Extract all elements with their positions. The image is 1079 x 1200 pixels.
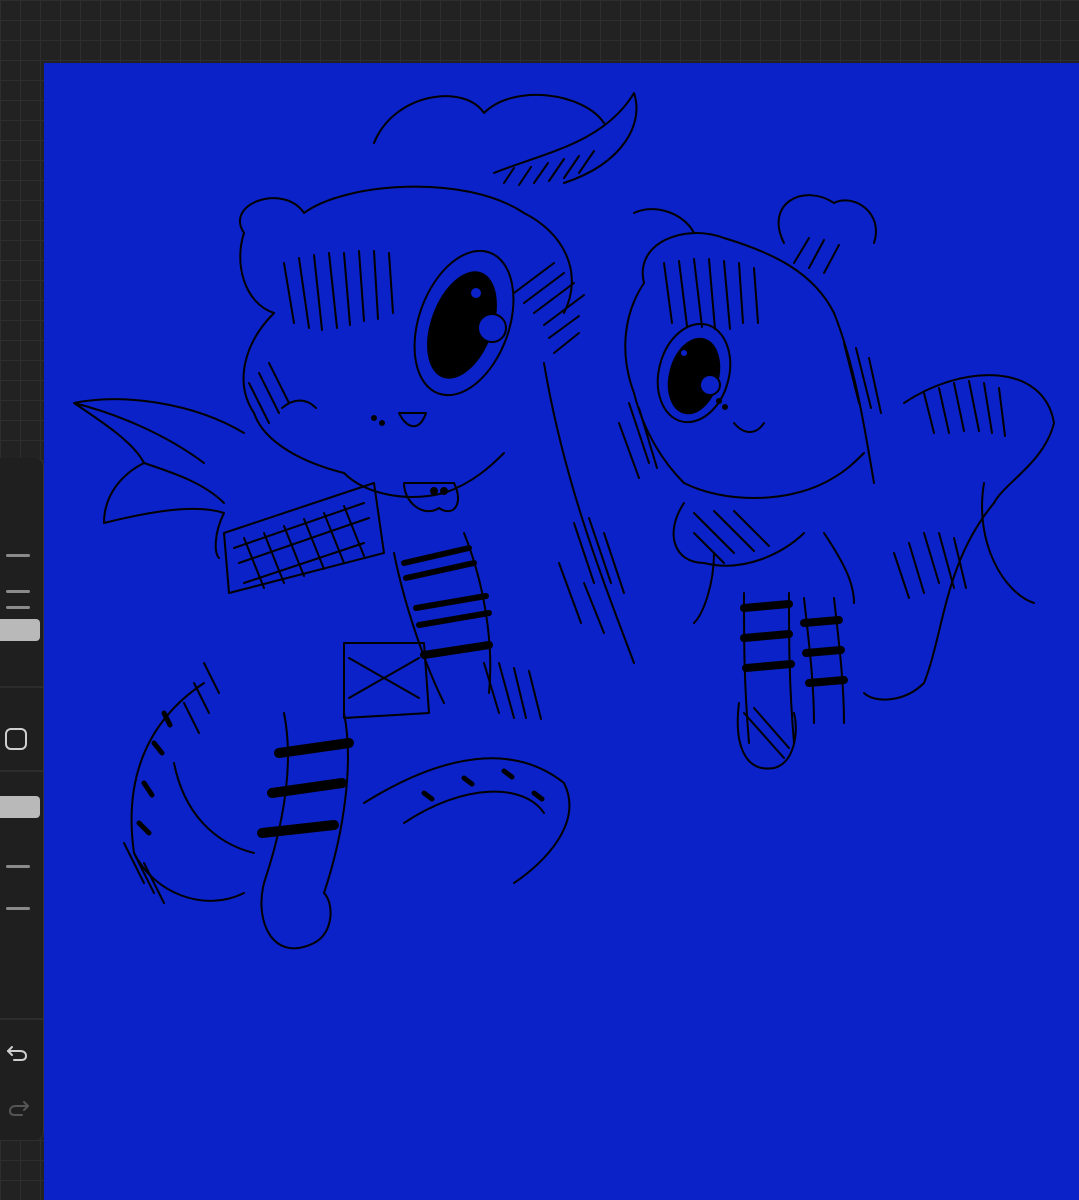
sidebar-divider: [0, 770, 43, 772]
square-icon[interactable]: [5, 728, 27, 750]
size-tick-mark: [6, 590, 30, 593]
sidebar-divider: [0, 1018, 43, 1020]
drawing-canvas[interactable]: [44, 63, 1079, 1200]
undo-icon[interactable]: [4, 1038, 32, 1066]
size-tick-mark: [6, 606, 30, 609]
size-tick-mark: [6, 554, 30, 557]
sketch-artwork: [73, 92, 1055, 950]
opacity-slider[interactable]: [0, 796, 40, 818]
opacity-tick-mark: [6, 907, 30, 910]
redo-icon[interactable]: [4, 1093, 32, 1121]
brush-size-slider[interactable]: [0, 619, 40, 641]
sidebar-divider: [0, 686, 43, 688]
opacity-tick-mark: [6, 865, 30, 868]
brush-sidebar: [0, 458, 43, 1140]
